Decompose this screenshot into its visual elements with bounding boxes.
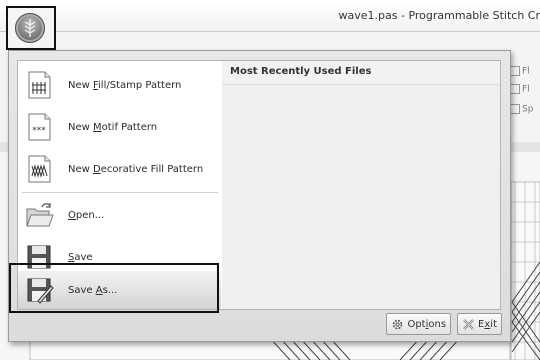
exit-button-label: Exit (478, 318, 497, 330)
app-orb-icon (15, 13, 45, 43)
options-button-label: Options (407, 318, 447, 330)
menu-item-label: New Fill/Stamp Pattern (68, 79, 182, 91)
fill-stamp-pattern-icon (28, 71, 51, 99)
application-menu-body: New Fill/Stamp Pattern *** New Motif Pat… (17, 60, 501, 310)
ribbon-item-sp[interactable]: Sp (510, 104, 533, 115)
ribbon-item-fl-2[interactable]: Fl (510, 84, 530, 95)
menu-item-label: Save (68, 251, 93, 263)
motif-pattern-icon: *** (28, 113, 51, 141)
window-title: wave1.pas - Programmable Stitch Cr (338, 9, 540, 22)
menu-item-label: Open... (68, 209, 105, 221)
menu-item-label: New Decorative Fill Pattern (68, 163, 204, 175)
ribbon-item-fl-1[interactable]: Fl (510, 66, 530, 77)
stitch-logo-icon (24, 19, 36, 37)
ribbon-item-icon (510, 66, 520, 76)
exit-button[interactable]: Exit (457, 313, 502, 335)
ribbon-item-icon (510, 104, 520, 114)
window-title-bar: wave1.pas - Programmable Stitch Cr (0, 0, 540, 32)
command-list: New Fill/Stamp Pattern *** New Motif Pat… (18, 61, 223, 309)
menu-item-new-motif-pattern[interactable]: *** New Motif Pattern (18, 107, 221, 147)
menu-item-label: New Motif Pattern (68, 121, 158, 133)
save-as-icon (27, 278, 54, 304)
menu-item-save-as[interactable]: Save As... (18, 271, 221, 309)
save-disk-icon (27, 245, 51, 269)
recent-files-panel: Most Recently Used Files (222, 61, 500, 309)
menu-item-open[interactable]: Open... (18, 195, 221, 235)
menu-item-new-decorative-fill-pattern[interactable]: New Decorative Fill Pattern (18, 149, 221, 189)
options-button[interactable]: Options (386, 313, 452, 335)
menu-separator (22, 192, 218, 193)
ribbon-item-icon (510, 84, 520, 94)
decorative-fill-pattern-icon (28, 155, 51, 183)
gear-icon (393, 319, 403, 329)
menu-item-new-fill-stamp-pattern[interactable]: New Fill/Stamp Pattern (18, 65, 221, 105)
application-menu-button[interactable] (6, 6, 56, 50)
menu-item-label: Save As... (68, 284, 118, 296)
exit-x-icon (463, 318, 474, 330)
recent-files-header: Most Recently Used Files (222, 61, 500, 85)
open-folder-icon (26, 203, 54, 227)
svg-text:***: *** (32, 126, 46, 136)
menu-footer: Options Exit (386, 313, 502, 335)
application-menu: New Fill/Stamp Pattern *** New Motif Pat… (8, 50, 511, 342)
